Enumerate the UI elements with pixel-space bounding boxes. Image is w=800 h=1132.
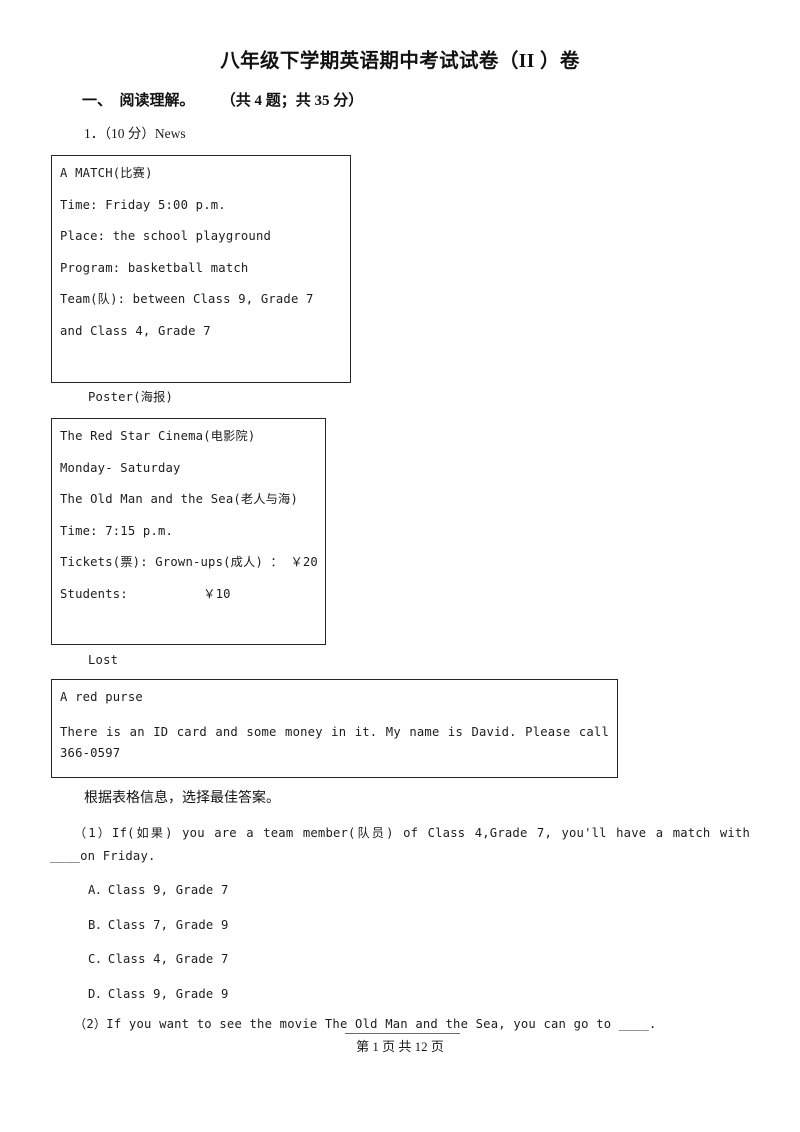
subquestion-1-option-b[interactable]: B．Class 7, Grade 9 <box>88 915 229 933</box>
info-box-match: A MATCH(比赛) Time: Friday 5:00 p.m. Place… <box>51 155 351 383</box>
match-line-title: A MATCH(比赛) <box>60 166 153 180</box>
instruction-text: 根据表格信息，选择最佳答案。 <box>84 791 280 806</box>
subquestion-1-option-a[interactable]: A．Class 9, Grade 7 <box>88 880 229 898</box>
subquestion-1-option-d[interactable]: D．Class 9, Grade 9 <box>88 984 229 1002</box>
info-box-lost: A red purse There is an ID card and some… <box>51 679 618 778</box>
poster-caption: Poster(海报) <box>88 390 174 404</box>
page-footer: 第 1 页 共 12 页 <box>356 1039 444 1054</box>
cinema-line-days: Monday- Saturday <box>60 460 181 475</box>
match-line-team-2: and Class 4, Grade 7 <box>60 323 211 338</box>
page-title: 八年级下学期英语期中考试试卷（II ）卷 <box>220 51 580 72</box>
subquestion-1-option-c[interactable]: C．Class 4, Grade 7 <box>88 949 229 967</box>
cinema-line-movie: The Old Man and the Sea(老人与海) <box>60 492 298 507</box>
match-line-program: Program: basketball match <box>60 260 249 275</box>
lost-line-body: There is an ID card and some money in it… <box>60 724 609 760</box>
cinema-line-time: Time: 7:15 p.m. <box>60 523 174 538</box>
cinema-line-name: The Red Star Cinema(电影院) <box>60 429 256 443</box>
exam-paper-page: 八年级下学期英语期中考试试卷（II ）卷 一、 阅读理解。 （共 4 题；共 3… <box>0 0 800 1132</box>
subquestion-2-text: （2）If you want to see the movie The Old … <box>74 1017 657 1031</box>
lost-line-title: A red purse <box>60 690 143 704</box>
question-number-line: 1．（10 分）News <box>84 126 186 141</box>
lost-caption: Lost <box>88 653 119 667</box>
footer-divider <box>345 1033 460 1034</box>
match-line-team: Team(队): between Class 9, Grade 7 <box>60 292 314 307</box>
cinema-line-tickets: Tickets(票): Grown-ups(成人) ： ￥20 <box>60 555 318 570</box>
info-box-cinema: The Red Star Cinema(电影院) Monday- Saturda… <box>51 418 326 645</box>
subquestion-1-text: （1）If(如果) you are a team member(队员) of C… <box>50 826 750 863</box>
cinema-line-students: Students: ￥10 <box>60 586 231 601</box>
match-line-place: Place: the school playground <box>60 229 272 244</box>
section-heading: 一、 阅读理解。 （共 4 题；共 35 分） <box>82 93 364 109</box>
match-line-time: Time: Friday 5:00 p.m. <box>60 197 226 212</box>
